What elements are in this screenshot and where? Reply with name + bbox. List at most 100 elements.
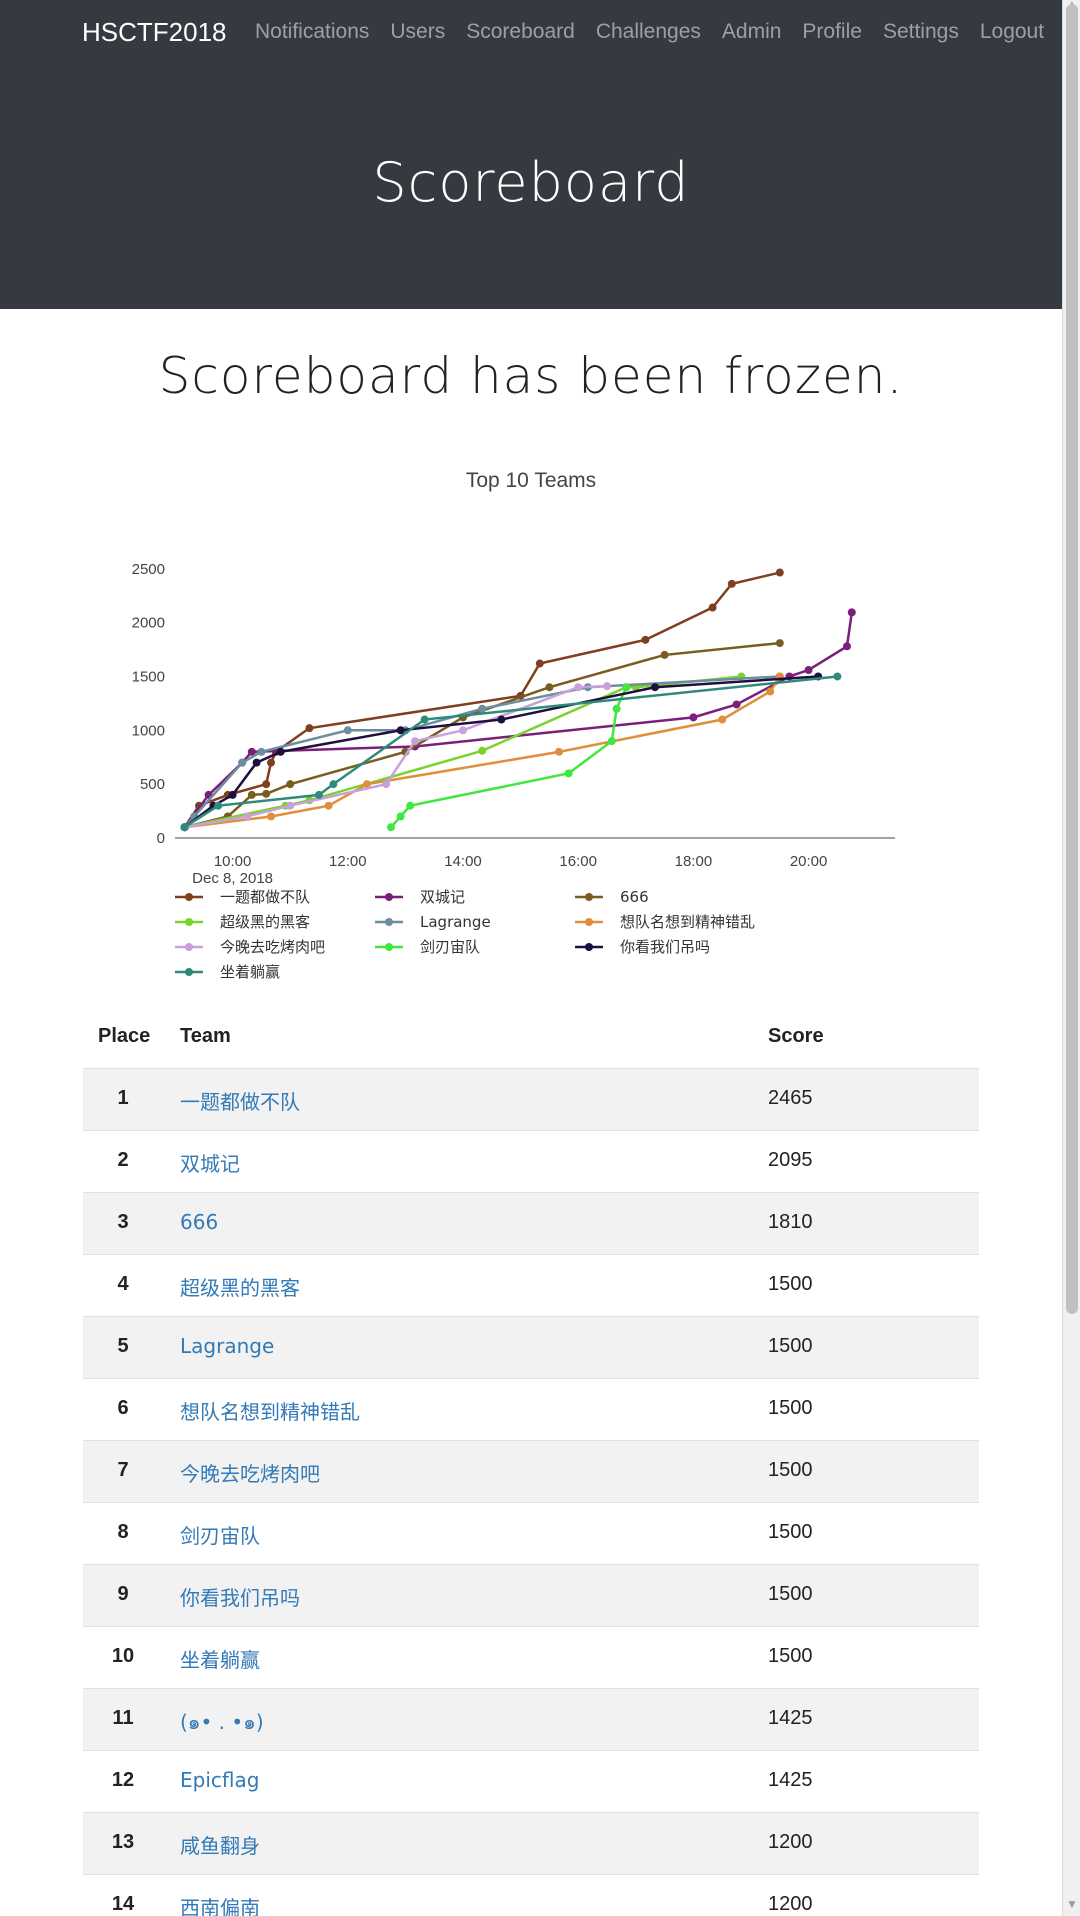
team-link[interactable]: 666 [180,1210,218,1234]
data-point[interactable] [535,659,544,668]
place-cell: 11 [112,1707,134,1729]
place-cell: 6 [117,1397,129,1419]
data-point[interactable] [228,790,237,799]
data-point[interactable] [459,726,467,735]
data-point[interactable] [651,683,659,692]
data-point[interactable] [612,704,621,713]
data-point[interactable] [262,789,271,798]
data-point[interactable] [727,579,736,588]
data-point[interactable] [329,780,338,789]
data-point[interactable] [267,758,275,767]
data-point[interactable] [660,650,669,659]
data-point[interactable] [286,780,295,789]
data-point[interactable] [343,726,352,735]
table-row: 3 666 1810 [83,1192,979,1254]
nav-settings[interactable]: Settings [883,20,959,44]
data-point[interactable] [766,687,775,696]
data-point[interactable] [478,704,487,713]
legend-swatch-dot [185,893,193,901]
data-point[interactable] [497,715,506,724]
team-link[interactable]: 西南偏南 [180,1892,260,1916]
page-scrollbar[interactable]: ▲ ▼ [1062,0,1080,1916]
data-point[interactable] [689,713,698,722]
data-point[interactable] [622,683,631,692]
data-point[interactable] [324,801,333,810]
team-link[interactable]: 你看我们吊吗 [180,1582,300,1611]
data-point[interactable] [775,568,784,577]
team-link[interactable]: 坐着躺赢 [180,1644,260,1673]
data-point[interactable] [574,683,583,692]
legend-item[interactable]: 一题都做不队 [220,888,310,906]
legend-item[interactable]: Lagrange [420,913,491,931]
data-point[interactable] [804,666,813,674]
nav-admin[interactable]: Admin [722,20,782,44]
data-point[interactable] [276,747,285,756]
scroll-down-icon[interactable]: ▼ [1063,1900,1080,1914]
legend-item[interactable]: 今晚去吃烤肉吧 [220,938,325,956]
data-point[interactable] [262,780,271,789]
data-point[interactable] [406,801,415,810]
data-point[interactable] [847,608,856,617]
data-point[interactable] [732,700,741,709]
legend-item[interactable]: 剑刃宙队 [420,938,480,956]
team-link[interactable]: Lagrange [180,1334,274,1358]
data-point[interactable] [257,747,266,756]
data-point[interactable] [315,790,323,799]
nav-users[interactable]: Users [390,20,445,44]
nav-profile[interactable]: Profile [802,20,862,44]
team-link[interactable]: 一题都做不队 [180,1086,300,1115]
data-point[interactable] [411,737,419,746]
data-point[interactable] [545,683,554,692]
data-point[interactable] [641,635,650,644]
nav-scoreboard[interactable]: Scoreboard [466,20,575,44]
legend-item[interactable]: 坐着躺赢 [220,963,280,981]
data-point[interactable] [843,642,851,651]
team-link[interactable]: 咸鱼翻身 [180,1830,260,1859]
team-link[interactable]: 双城记 [180,1148,240,1177]
data-point[interactable] [607,737,616,746]
score-cell: 1500 [768,1521,813,1543]
score-cell: 1500 [768,1273,813,1295]
data-point[interactable] [382,780,391,789]
data-point[interactable] [238,758,247,767]
nav-logout[interactable]: Logout [980,20,1044,44]
data-point[interactable] [252,758,261,767]
data-point[interactable] [286,801,295,810]
data-point[interactable] [478,746,487,755]
brand-link[interactable]: HSCTF2018 [82,17,227,48]
legend-item[interactable]: 超级黑的黑客 [220,913,310,931]
table-row: 9 你看我们吊吗 1500 [83,1564,979,1626]
data-point[interactable] [387,823,395,832]
data-point[interactable] [555,747,563,756]
data-point[interactable] [243,812,251,821]
x-date-label: Dec 8, 2018 [192,870,273,887]
team-link[interactable]: 想队名想到精神错乱 [180,1396,360,1425]
legend-item[interactable]: 666 [620,888,649,906]
data-point[interactable] [396,812,405,821]
nav-notifications[interactable]: Notifications [255,20,369,44]
data-point[interactable] [267,812,275,821]
scroll-thumb[interactable] [1066,4,1078,1314]
data-point[interactable] [214,801,223,810]
team-link[interactable]: 超级黑的黑客 [180,1272,300,1301]
legend-item[interactable]: 想队名想到精神错乱 [620,913,755,931]
data-point[interactable] [718,715,727,724]
data-point[interactable] [708,603,717,612]
team-link[interactable]: Epicflag [180,1768,259,1792]
data-point[interactable] [305,724,314,733]
data-point[interactable] [564,769,573,778]
team-link[interactable]: 今晚去吃烤肉吧 [180,1458,320,1487]
data-point[interactable] [775,639,784,648]
data-point[interactable] [603,682,611,691]
legend-item[interactable]: 你看我们吊吗 [620,938,710,956]
place-cell: 8 [117,1521,129,1543]
data-point[interactable] [180,823,189,832]
team-link[interactable]: 剑刃宙队 [180,1520,260,1549]
data-point[interactable] [833,672,842,681]
legend-item[interactable]: 双城记 [420,888,465,906]
data-point[interactable] [420,715,429,724]
data-point[interactable] [247,790,256,799]
table-row: 10 坐着躺赢 1500 [83,1626,979,1688]
nav-challenges[interactable]: Challenges [596,20,701,44]
team-link[interactable]: (๑• . •๑) [180,1706,264,1738]
